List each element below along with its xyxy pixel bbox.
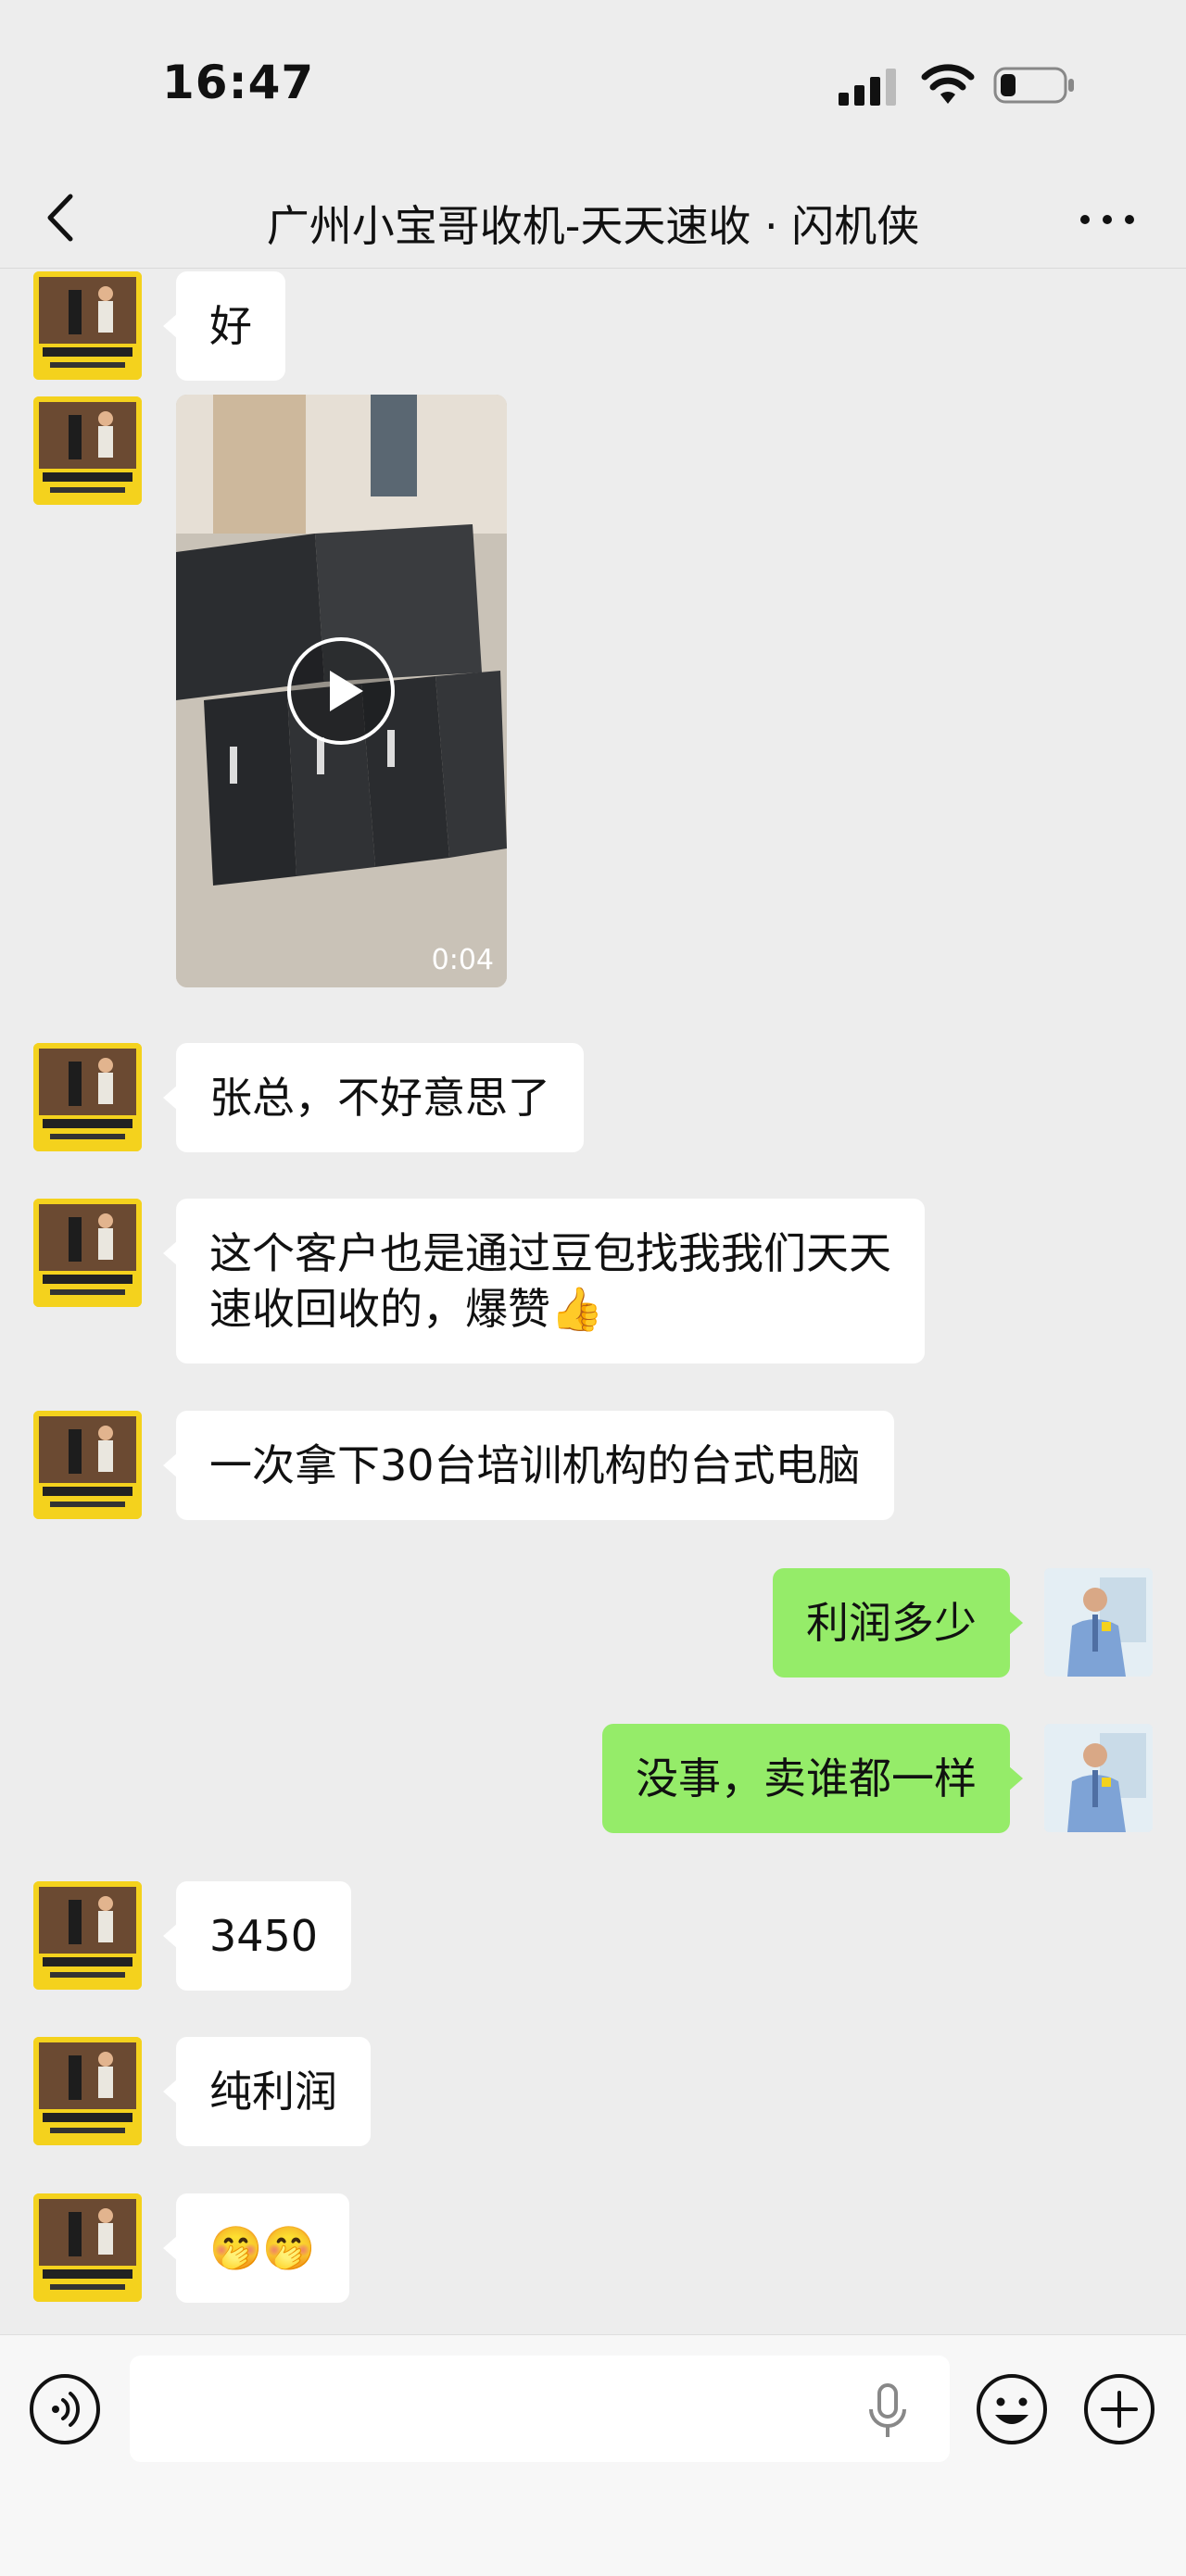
message-text: 🤭🤭 [209, 2223, 316, 2273]
microphone-icon[interactable] [860, 2380, 915, 2441]
contact-avatar[interactable] [33, 2037, 142, 2145]
message-bubble[interactable]: 🤭🤭 [163, 2193, 349, 2303]
video-duration: 0:04 [431, 944, 494, 976]
wifi-icon [921, 64, 975, 104]
chat-input-bar [0, 2334, 1186, 2576]
contact-avatar[interactable] [33, 396, 142, 505]
message-input[interactable] [130, 2356, 950, 2462]
contact-avatar[interactable] [33, 1411, 142, 1519]
contact-avatar[interactable] [33, 1043, 142, 1151]
message-text: 没事，卖谁都一样 [636, 1753, 977, 1803]
contact-avatar[interactable] [33, 1881, 142, 1990]
more-options-icon[interactable] [1075, 190, 1140, 245]
my-avatar[interactable] [1044, 1724, 1153, 1832]
message-text: 纯利润 [209, 2067, 337, 2117]
contact-avatar[interactable] [33, 1199, 142, 1307]
cellular-signal-icon [839, 67, 896, 106]
emoji-icon[interactable] [975, 2372, 1049, 2446]
message-bubble[interactable]: 张总，不好意思了 [163, 1043, 584, 1152]
message-text: 一次拿下30台培训机构的台式电脑 [209, 1440, 861, 1490]
voice-input-icon[interactable] [28, 2372, 102, 2446]
message-bubble-sent[interactable]: 利润多少 [773, 1568, 1023, 1678]
message-bubble[interactable]: 纯利润 [163, 2037, 371, 2146]
back-chevron-icon[interactable] [37, 185, 83, 250]
message-text-line: 这个客户也是通过豆包找我我们天天 [209, 1228, 891, 1278]
message-text: 3450 [209, 1911, 319, 1961]
chat-header: 广州小宝哥收机-天天速收 · 闪机侠 [0, 167, 1186, 269]
message-text: 利润多少 [806, 1598, 977, 1648]
message-bubble[interactable]: 好 [163, 271, 285, 381]
plus-icon[interactable] [1082, 2372, 1156, 2446]
message-bubble[interactable]: 一次拿下30台培训机构的台式电脑 [163, 1411, 894, 1520]
status-time: 16:47 [162, 56, 315, 109]
my-avatar[interactable] [1044, 1568, 1153, 1677]
contact-avatar[interactable] [33, 271, 142, 380]
contact-avatar[interactable] [33, 2193, 142, 2302]
status-bar: 16:47 [0, 0, 1186, 167]
chat-title: 广州小宝哥收机-天天速收 · 闪机侠 [266, 201, 920, 251]
battery-icon [993, 67, 1074, 104]
video-message[interactable]: 0:04 [176, 395, 507, 987]
message-bubble[interactable]: 3450 [162, 1881, 352, 1991]
message-bubble-sent[interactable]: 没事，卖谁都一样 [602, 1724, 1023, 1833]
message-bubble[interactable]: 这个客户也是通过豆包找我我们天天 速收回收的，爆赞👍 [163, 1199, 925, 1363]
message-text: 好 [209, 301, 252, 351]
message-text-line: 速收回收的，爆赞👍 [209, 1284, 604, 1334]
play-icon[interactable] [285, 635, 397, 747]
message-list[interactable]: 好 0:04 张总，不好意思了 这个客户也是通过豆包找我我们天天 速收回收的，爆… [0, 270, 1186, 2334]
message-text: 张总，不好意思了 [209, 1073, 550, 1123]
